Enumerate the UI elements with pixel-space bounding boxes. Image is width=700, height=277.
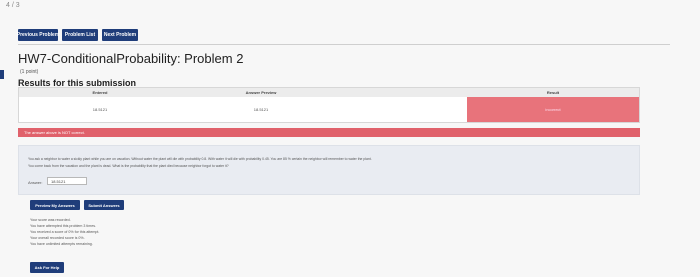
problem-text-line: You come back from the vacation and the …	[28, 164, 229, 168]
status-line: You have unlimited attempts remaining.	[30, 242, 93, 246]
score-status: Your score was recorded. You have attemp…	[30, 217, 99, 247]
preview-answers-button[interactable]: Preview My Answers	[30, 200, 80, 210]
problem-text-line: You ask a neighbor to water a sickly pla…	[28, 157, 372, 161]
page-title: HW7-ConditionalProbability: Problem 2	[18, 51, 244, 66]
results-table: Entered Answer Preview Result 18.5121 18…	[18, 87, 640, 123]
answer-input[interactable]: 18.5121	[47, 177, 87, 185]
cell-spacer	[341, 97, 467, 122]
page-counter: 4 / 3	[6, 2, 20, 9]
cell-answer-preview: 18.5121	[181, 97, 341, 122]
header-result: Result	[546, 90, 560, 95]
previous-problem-button[interactable]: Previous Problem	[17, 29, 59, 41]
divider	[18, 44, 670, 45]
incorrect-message: The answer above is NOT correct.	[18, 128, 640, 137]
cell-result: incorrect	[467, 97, 639, 122]
header-entered: Entered	[92, 90, 108, 95]
results-table-header: Entered Answer Preview Result	[19, 88, 639, 97]
left-accent-bar	[0, 70, 4, 79]
problem-statement: You ask a neighbor to water a sickly pla…	[18, 145, 640, 195]
cell-entered: 18.5121	[19, 97, 181, 122]
header-spacer	[341, 88, 467, 97]
ask-for-help-button[interactable]: Ask For Help	[30, 262, 64, 273]
answer-label: Answer:	[28, 180, 43, 185]
problem-list-button[interactable]: Problem List	[62, 29, 98, 41]
problem-nav: Previous Problem Problem List Next Probl…	[17, 29, 138, 41]
header-answer-preview: Answer Preview	[245, 90, 277, 95]
next-problem-button[interactable]: Next Problem	[102, 29, 138, 41]
submit-answers-button[interactable]: Submit Answers	[84, 200, 124, 210]
points-label: (1 point)	[20, 69, 39, 75]
action-buttons: Preview My Answers Submit Answers	[30, 200, 124, 210]
table-row: 18.5121 18.5121 incorrect	[19, 97, 639, 122]
